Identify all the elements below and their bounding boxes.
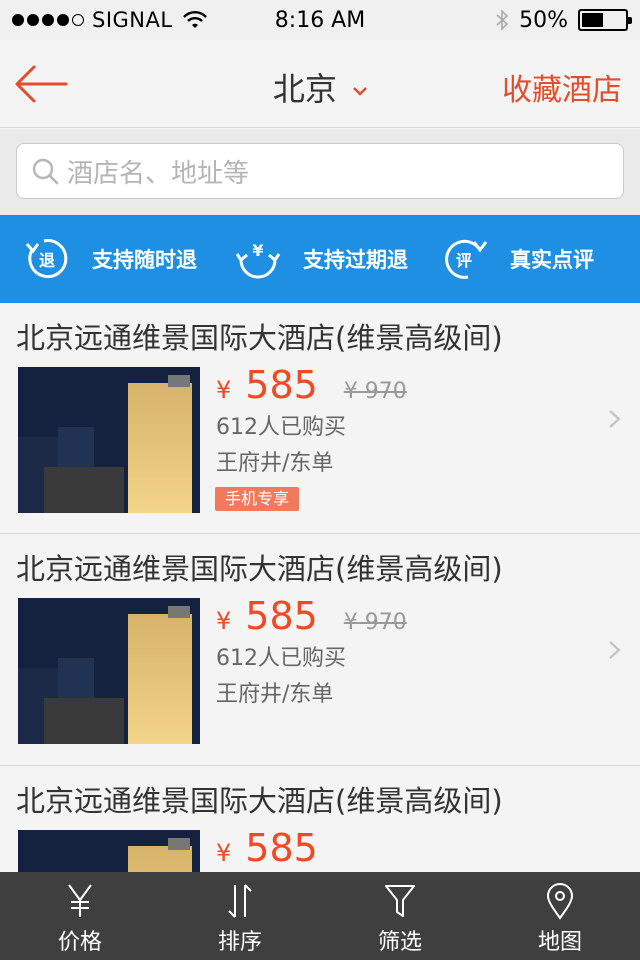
hotel-photo — [18, 598, 200, 744]
signal-strength-icon — [12, 14, 84, 26]
promise-refund-anytime: 退 支持随时退 — [24, 236, 197, 282]
price: 585 — [245, 594, 318, 638]
hotel-name: 北京远通维景国际大酒店(维景高级间) — [16, 784, 503, 818]
refund-anytime-icon: 退 — [25, 239, 68, 279]
real-reviews-icon: 评 — [445, 239, 488, 279]
promise-label: 支持随时退 — [92, 248, 197, 272]
tab-label: 价格 — [57, 930, 102, 955]
currency-symbol: ¥ — [216, 376, 232, 404]
status-bar: SIGNAL 8:16 AM 50% — [0, 0, 640, 40]
mobile-exclusive-badge: 手机专享 — [215, 487, 300, 511]
price: 585 — [245, 826, 318, 870]
favorite-hotels-button[interactable]: 收藏酒店 — [502, 65, 622, 109]
hotel-list-item[interactable]: 北京远通维景国际大酒店(维景高级间) ¥ 585 ¥ 970 612人已购买 王… — [0, 303, 640, 534]
hotel-list-item[interactable]: 北京远通维景国际大酒店(维景高级间) ¥ 585 — [0, 766, 640, 872]
hotel-photo — [18, 830, 200, 872]
tab-label: 地图 — [537, 930, 582, 955]
hotel-area: 王府井/东单 — [216, 451, 334, 476]
promise-label: 支持过期退 — [303, 248, 408, 272]
battery-icon — [578, 9, 632, 31]
currency-symbol: ¥ — [216, 607, 232, 635]
hotel-area: 王府井/东单 — [216, 682, 334, 707]
purchase-count: 612人已购买 — [216, 415, 346, 440]
refund-expired-icon: ¥ — [235, 241, 281, 279]
svg-text:¥: ¥ — [252, 241, 263, 260]
tab-map[interactable]: 地图 — [480, 872, 640, 960]
navigation-bar: 北京 收藏酒店 — [0, 40, 640, 128]
price: 585 — [245, 363, 318, 407]
hotel-name: 北京远通维景国际大酒店(维景高级间) — [16, 552, 503, 586]
svg-text:退: 退 — [39, 251, 55, 270]
carrier-name: SIGNAL — [92, 8, 173, 32]
wifi-icon — [182, 11, 207, 28]
map-pin-icon — [546, 883, 574, 920]
tab-price[interactable]: 价格 — [0, 872, 160, 960]
search-input[interactable]: 酒店名、地址等 — [16, 143, 624, 199]
filter-icon — [385, 885, 415, 917]
currency-symbol: ¥ — [216, 839, 232, 867]
hotel-list-item[interactable]: 北京远通维景国际大酒店(维景高级间) ¥ 585 ¥ 970 612人已购买 王… — [0, 534, 640, 766]
chevron-right-icon — [609, 410, 621, 428]
city-name: 北京 — [272, 70, 337, 108]
tab-label: 排序 — [217, 930, 262, 955]
original-price: ¥ 970 — [343, 610, 407, 635]
tab-label: 筛选 — [377, 930, 422, 955]
promise-real-reviews: 评 真实点评 — [442, 236, 594, 282]
hotel-name: 北京远通维景国际大酒店(维景高级间) — [16, 321, 503, 355]
search-placeholder: 酒店名、地址等 — [67, 158, 250, 189]
original-price: ¥ 970 — [343, 379, 407, 404]
chevron-down-icon — [353, 87, 367, 96]
purchase-count: 612人已购买 — [216, 646, 346, 671]
promise-label: 真实点评 — [510, 248, 594, 272]
hotel-list: 北京远通维景国际大酒店(维景高级间) ¥ 585 ¥ 970 612人已购买 王… — [0, 303, 640, 872]
svg-text:评: 评 — [456, 251, 472, 270]
tab-sort[interactable]: 排序 — [160, 872, 320, 960]
search-icon — [32, 158, 59, 185]
chevron-right-icon — [609, 641, 621, 659]
battery-percent: 50% — [519, 7, 568, 33]
yen-icon — [68, 884, 92, 917]
sort-icon — [228, 884, 252, 918]
tab-filter[interactable]: 筛选 — [320, 872, 480, 960]
bottom-tab-bar: 价格 排序 筛选 地图 — [0, 872, 640, 960]
search-bar: 酒店名、地址等 — [0, 129, 640, 215]
promise-refund-expired: ¥ 支持过期退 — [235, 236, 408, 282]
bluetooth-icon — [496, 9, 509, 31]
hotel-photo — [18, 367, 200, 513]
service-promise-banner: 退 支持随时退 ¥ 支持过期退 评 真实点评 — [0, 215, 640, 303]
